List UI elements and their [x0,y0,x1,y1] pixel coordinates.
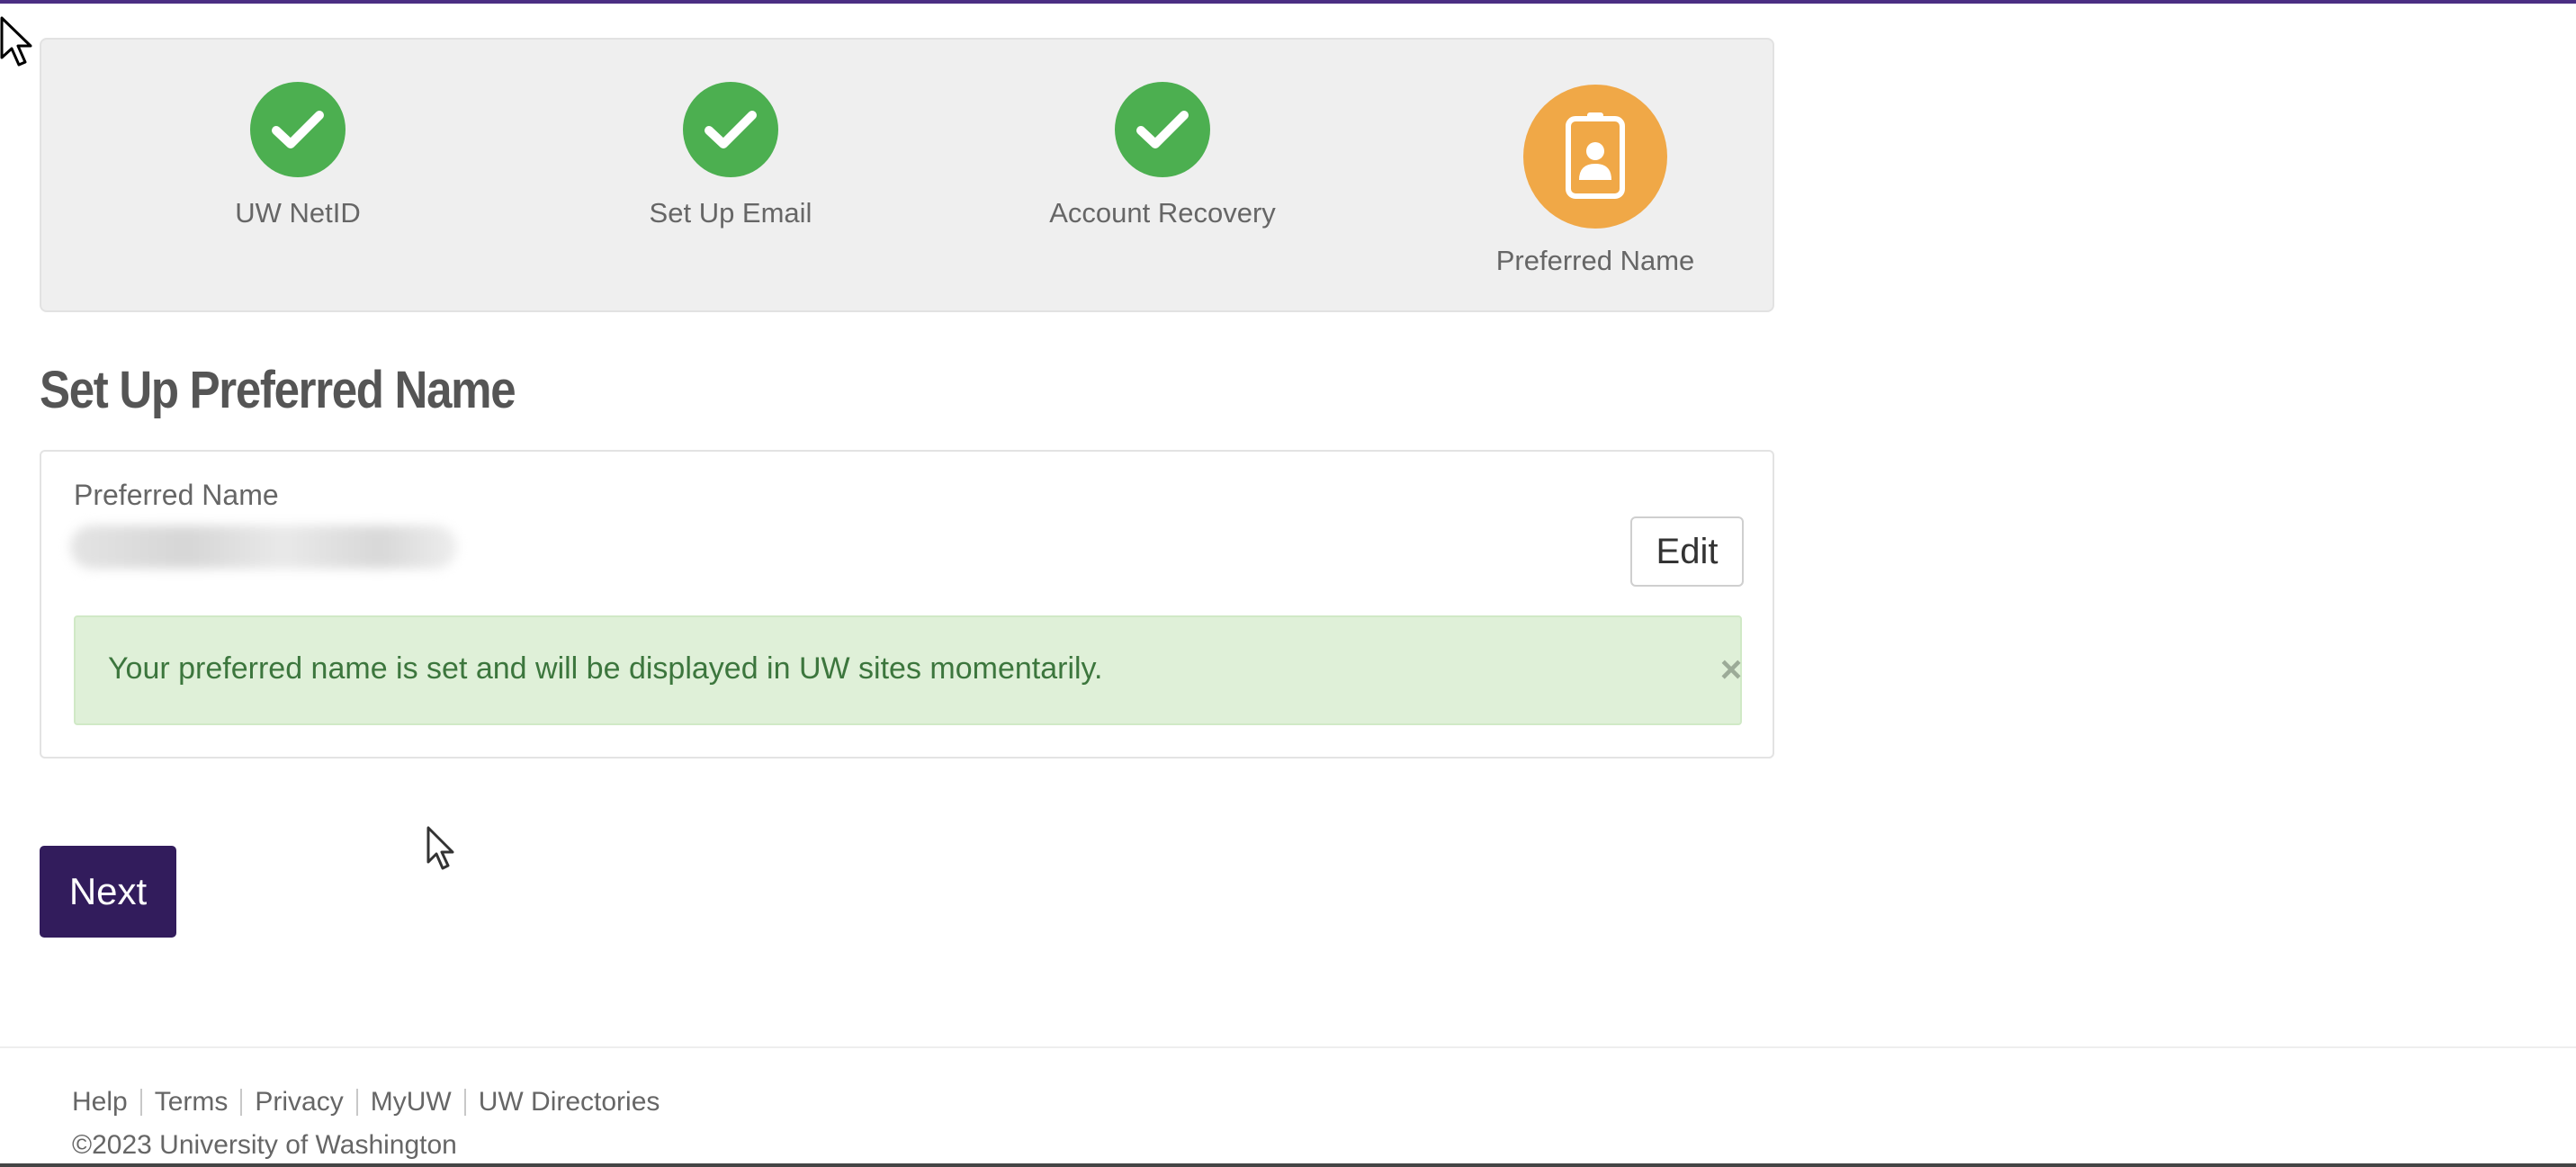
footer-divider [0,1046,2576,1048]
footer-separator [139,1089,142,1116]
step-label: Set Up Email [649,197,812,229]
top-brand-bar [0,0,2576,4]
footer-link-privacy[interactable]: Privacy [255,1087,343,1118]
footer-separator [463,1089,466,1116]
footer-copyright: ©2023 University of Washington [72,1130,457,1160]
success-alert-text: Your preferred name is set and will be d… [108,651,1103,686]
preferred-name-card: Preferred Name Edit Your preferred name … [40,450,1774,759]
step-account-recovery: Account Recovery [983,40,1342,229]
footer-link-terms[interactable]: Terms [155,1087,229,1118]
check-icon [272,111,324,148]
step-complete-indicator [250,82,346,177]
step-preferred-name: Preferred Name [1415,40,1775,277]
check-icon [1136,111,1189,148]
check-icon [705,111,757,148]
mouse-pointer-icon [0,16,32,67]
footer-link-uw-directories[interactable]: UW Directories [479,1087,660,1118]
progress-stepper: UW NetID Set Up Email Account Recovery P… [40,38,1774,312]
footer-link-help[interactable]: Help [72,1087,128,1118]
close-icon[interactable]: × [1711,650,1751,689]
preferred-name-label: Preferred Name [74,479,279,511]
mouse-pointer-icon [426,826,454,870]
next-button[interactable]: Next [40,846,176,938]
step-complete-indicator [683,82,778,177]
step-label: Preferred Name [1495,245,1695,276]
step-uw-netid: UW NetID [118,40,478,229]
step-label: Account Recovery [1049,197,1276,229]
footer-separator [355,1089,358,1116]
bottom-edge [0,1163,2576,1167]
id-badge-icon [1566,112,1625,199]
step-current-indicator [1523,85,1667,229]
edit-button[interactable]: Edit [1630,516,1744,587]
page-title: Set Up Preferred Name [40,361,516,419]
success-alert: Your preferred name is set and will be d… [74,615,1742,725]
footer-separator [240,1089,243,1116]
step-label: UW NetID [235,197,361,229]
step-set-up-email: Set Up Email [551,40,911,229]
preferred-name-value-redacted [70,525,457,569]
step-complete-indicator [1115,82,1210,177]
footer-link-myuw[interactable]: MyUW [371,1087,452,1118]
footer-links: Help Terms Privacy MyUW UW Directories [72,1087,660,1118]
